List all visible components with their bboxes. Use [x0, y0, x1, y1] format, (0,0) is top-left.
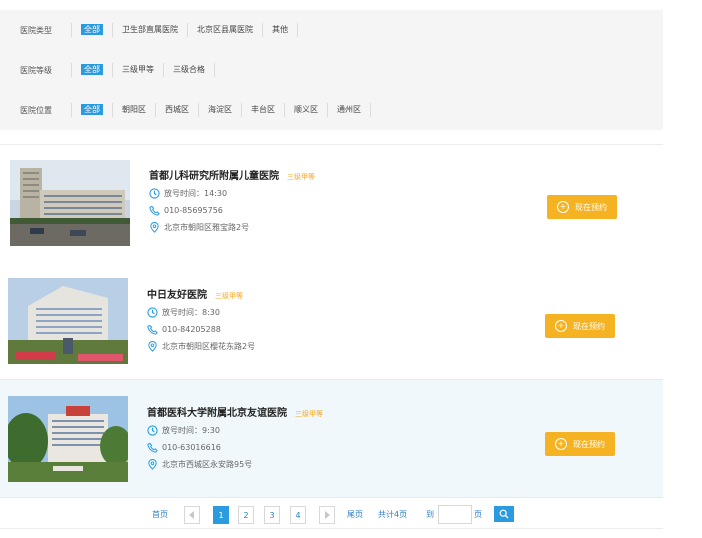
clock-icon: [147, 307, 158, 318]
page-number[interactable]: 3: [264, 506, 280, 524]
last-page-link[interactable]: 尾页: [347, 506, 363, 522]
page-unit-label: 页: [474, 509, 482, 519]
hospital-photo: [8, 278, 128, 364]
book-now-button[interactable]: + 现在预约: [547, 195, 617, 219]
plus-circle-icon: +: [557, 201, 569, 213]
phone: 010-63016616: [147, 442, 323, 453]
hospital-level-badge: 三级甲等: [215, 292, 243, 300]
phone-icon: [147, 324, 158, 335]
pagination: 首页 1 2 3 4 尾页 共计4页 到 页: [0, 500, 663, 529]
filter-label: 医院位置: [20, 105, 52, 115]
filter-option[interactable]: 三级合格: [164, 63, 215, 77]
filter-option[interactable]: 顺义区: [285, 103, 328, 117]
filter-option[interactable]: 北京区县属医院: [188, 23, 263, 37]
page-jump-button[interactable]: [494, 506, 514, 522]
plus-circle-icon: +: [555, 320, 567, 332]
filter-option-all[interactable]: 全部: [71, 103, 113, 117]
filter-label: 医院类型: [20, 25, 52, 35]
address: 北京市西城区永安路95号: [147, 459, 323, 470]
plus-circle-icon: +: [555, 438, 567, 450]
clock-icon: [147, 425, 158, 436]
location-pin-icon: [150, 222, 159, 233]
filter-option[interactable]: 朝阳区: [113, 103, 156, 117]
book-now-button[interactable]: + 现在预约: [545, 314, 615, 338]
hospital-name[interactable]: 首都儿科研究所附属儿童医院: [149, 171, 279, 182]
clock-icon: [149, 188, 160, 199]
filter-option-all[interactable]: 全部: [71, 23, 113, 37]
page-jump-input[interactable]: [438, 505, 472, 524]
page-number-current[interactable]: 1: [213, 506, 229, 524]
phone: 010-84205288: [147, 324, 255, 335]
prev-page-button[interactable]: [184, 506, 200, 524]
filter-panel: 医院类型 全部 卫生部直属医院 北京区县属医院 其他 医院等级 全部 三级甲等 …: [0, 10, 663, 130]
goto-label: 到: [426, 509, 434, 519]
next-page-button[interactable]: [319, 506, 335, 524]
location-pin-icon: [148, 341, 157, 352]
filter-option[interactable]: 通州区: [328, 103, 371, 117]
hospital-photo: [10, 160, 130, 246]
release-time: 放号时间：14:30: [149, 188, 315, 199]
address: 北京市朝阳区樱花东路2号: [147, 341, 255, 352]
chevron-left-icon: [189, 511, 194, 519]
filter-option[interactable]: 西城区: [156, 103, 199, 117]
filter-option-all[interactable]: 全部: [71, 63, 113, 77]
release-time: 放号时间：8:30: [147, 307, 255, 318]
search-icon: [499, 509, 509, 519]
page-number[interactable]: 4: [290, 506, 306, 524]
phone-icon: [147, 442, 158, 453]
filter-option[interactable]: 卫生部直属医院: [113, 23, 188, 37]
hospital-name[interactable]: 中日友好医院: [147, 290, 207, 301]
total-pages: 共计4页: [378, 509, 408, 519]
hospital-photo: [8, 396, 128, 482]
chevron-right-icon: [325, 511, 330, 519]
hospital-card: 中日友好医院 三级甲等 放号时间：8:30 010-84205288 北京市朝阳区…: [0, 262, 663, 380]
page-number[interactable]: 2: [238, 506, 254, 524]
filter-label: 医院等级: [20, 65, 52, 75]
hospital-card: 首都儿科研究所附属儿童医院 三级甲等 放号时间：14:30 010-8569575…: [0, 144, 663, 263]
filter-option[interactable]: 其他: [263, 23, 298, 37]
phone: 010-85695756: [149, 205, 315, 216]
release-time: 放号时间：9:30: [147, 425, 323, 436]
filter-option[interactable]: 海淀区: [199, 103, 242, 117]
book-now-button[interactable]: + 现在预约: [545, 432, 615, 456]
hospital-level-badge: 三级甲等: [287, 173, 315, 181]
phone-icon: [149, 205, 160, 216]
hospital-level-badge: 三级甲等: [295, 410, 323, 418]
address: 北京市朝阳区雅宝路2号: [149, 222, 315, 233]
filter-option[interactable]: 三级甲等: [113, 63, 164, 77]
hospital-card: 首都医科大学附属北京友谊医院 三级甲等 放号时间：9:30 010-6301661…: [0, 380, 663, 498]
hospital-name[interactable]: 首都医科大学附属北京友谊医院: [147, 408, 287, 419]
first-page-link[interactable]: 首页: [152, 506, 168, 522]
filter-option[interactable]: 丰台区: [242, 103, 285, 117]
location-pin-icon: [148, 459, 157, 470]
